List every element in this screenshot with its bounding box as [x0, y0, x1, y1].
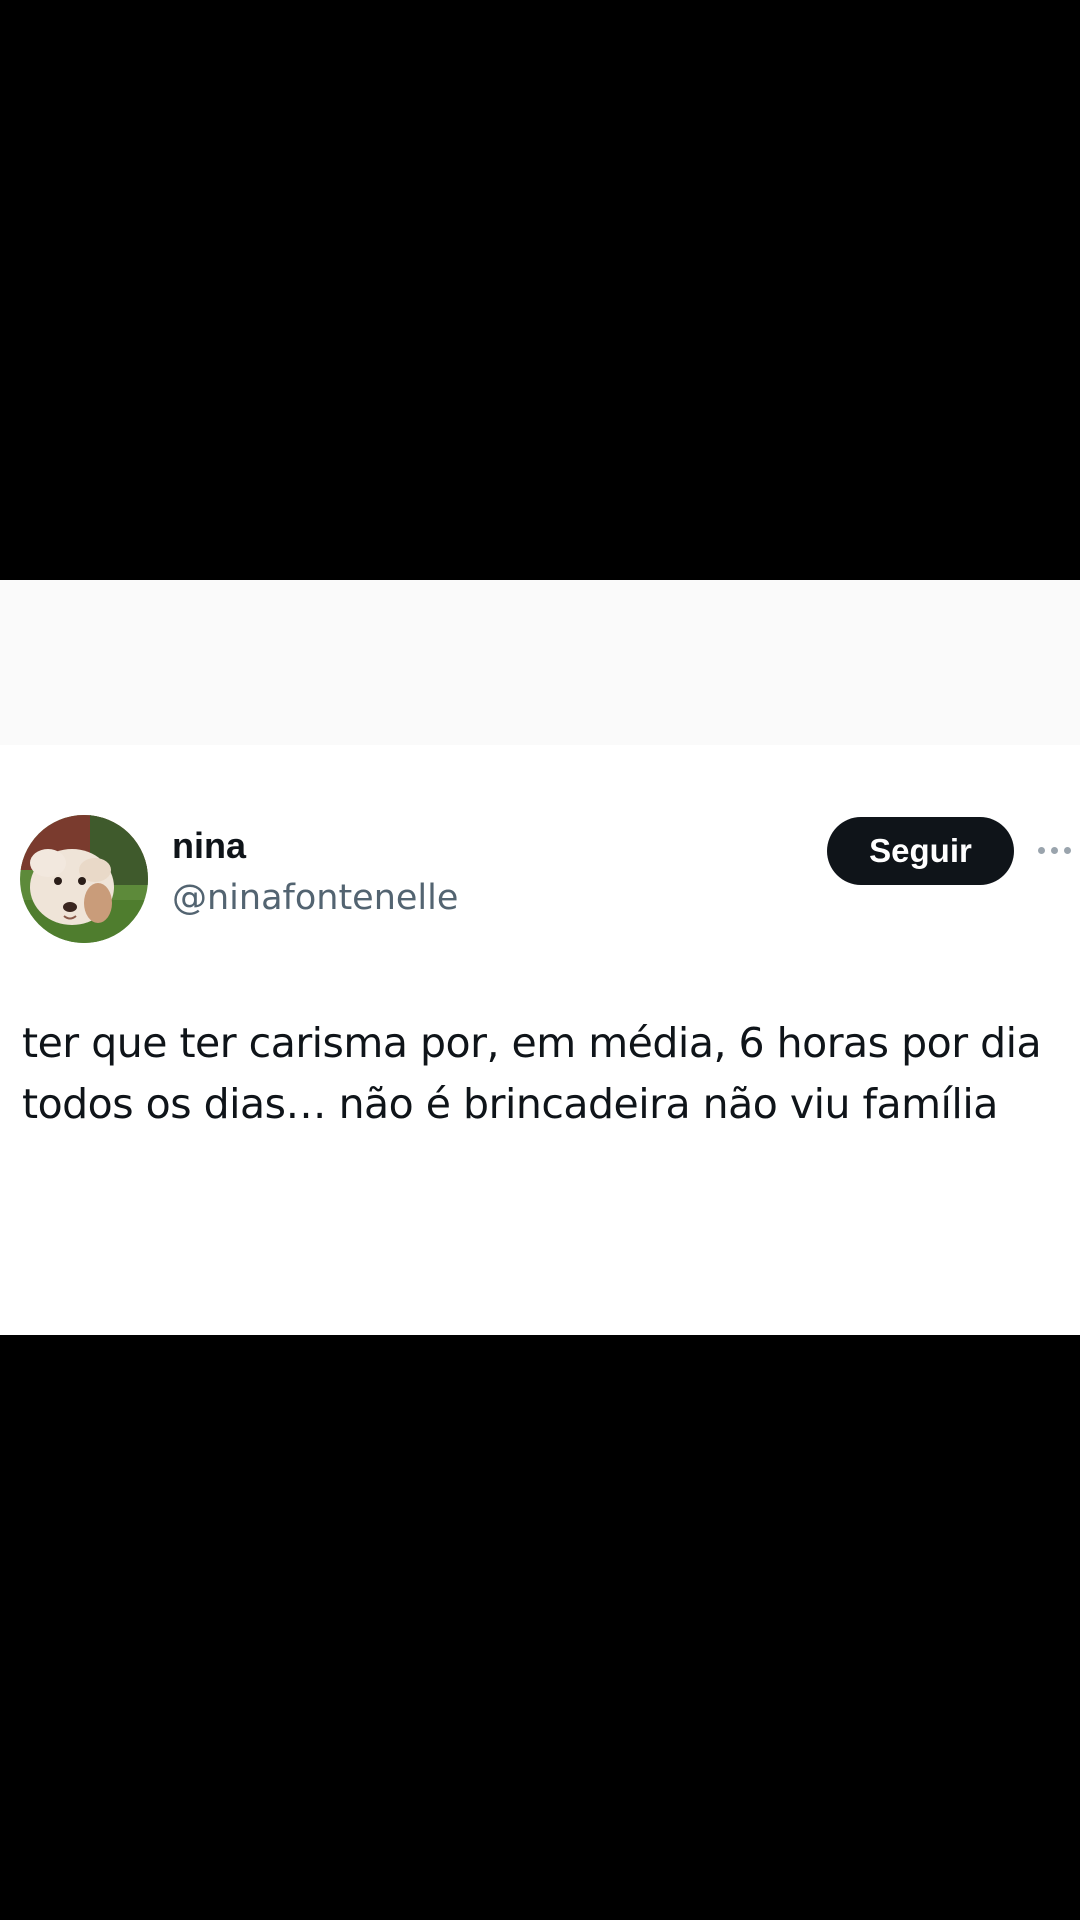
- letterbox-bottom: [0, 1335, 1080, 1920]
- letterbox-top: [0, 0, 1080, 580]
- tweet-card: nina @ninafontenelle Seguir ter que ter …: [0, 580, 1080, 1335]
- display-name[interactable]: nina: [172, 828, 246, 864]
- more-dot: [1038, 846, 1045, 854]
- avatar-dog-icon: [20, 815, 148, 943]
- follow-button[interactable]: Seguir: [827, 817, 1014, 885]
- more-options-icon[interactable]: [1038, 832, 1080, 868]
- user-handle[interactable]: @ninafontenelle: [172, 881, 458, 916]
- more-dot: [1051, 846, 1058, 854]
- tweet-text: ter que ter carisma por, em média, 6 hor…: [22, 1019, 1042, 1128]
- more-dot: [1064, 846, 1071, 854]
- avatar[interactable]: [20, 815, 148, 943]
- card-top-band: [0, 580, 1080, 745]
